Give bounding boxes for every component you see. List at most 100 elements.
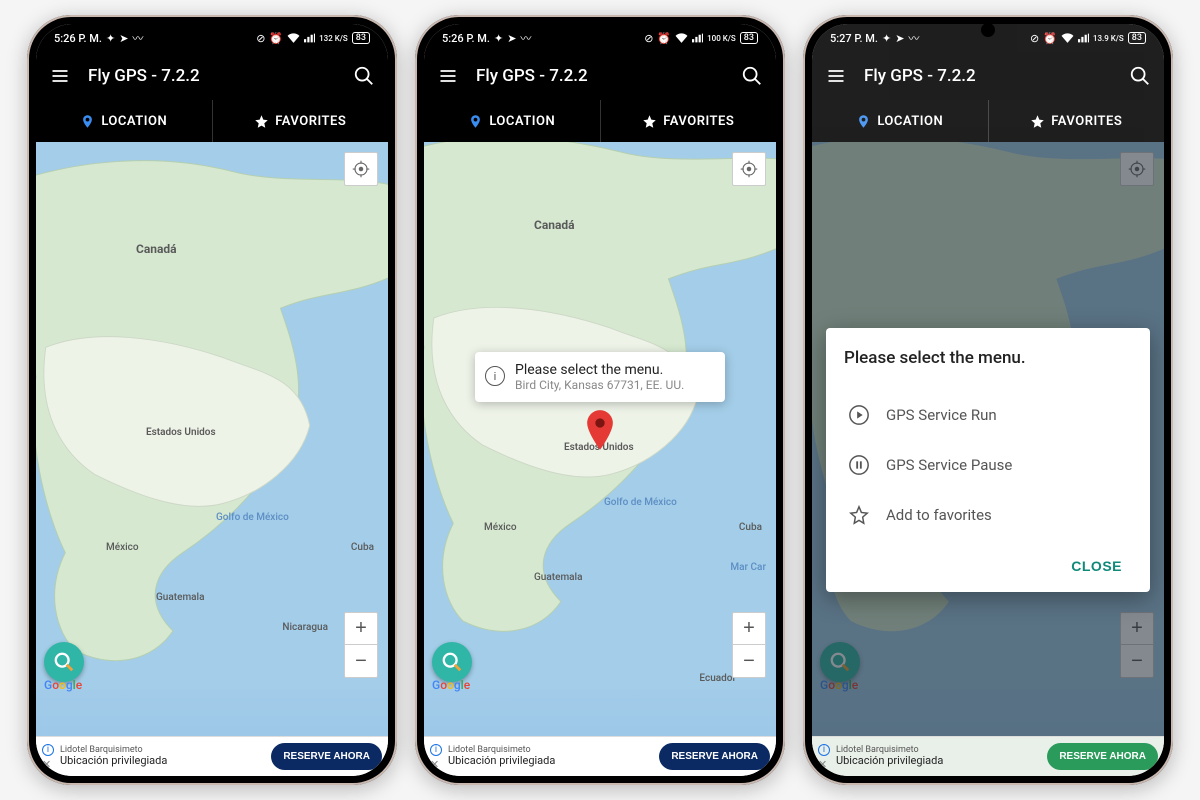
status-time: 5:27 P. M.: [830, 32, 878, 45]
google-logo: Google: [44, 678, 82, 692]
my-location-button[interactable]: [344, 152, 378, 186]
tab-bar: LOCATION FAVORITES: [424, 100, 776, 142]
dialog-close-button[interactable]: CLOSE: [1061, 550, 1132, 582]
tab-location[interactable]: LOCATION: [36, 100, 213, 142]
menu-button[interactable]: [48, 64, 72, 88]
map-view[interactable]: + − Google Please select the menu. GPS S…: [812, 142, 1164, 736]
map-label-cuba: Cuba: [351, 542, 374, 553]
tab-favorites-label: FAVORITES: [1051, 114, 1122, 129]
tab-location[interactable]: LOCATION: [424, 100, 601, 142]
map-label-mexico: México: [106, 542, 139, 553]
tab-bar: LOCATION FAVORITES: [812, 100, 1164, 142]
zoom-in-button[interactable]: +: [345, 613, 377, 645]
camera-notch: [593, 23, 607, 37]
star-icon: [848, 504, 870, 526]
notification-icon: ✦: [882, 32, 891, 45]
phone-frame-3: 5:27 P. M. ✦ ➤ 〰 ⊘ ⏰ 13.9 K/S 83 Fly GPS…: [803, 15, 1173, 785]
wifi-icon: [287, 33, 300, 43]
ad-banner[interactable]: i ✕ Lidotel Barquisimeto Ubicación privi…: [424, 736, 776, 776]
dnd-icon: ⊘: [1030, 32, 1039, 45]
map-info-window[interactable]: i Please select the menu. Bird City, Kan…: [475, 352, 725, 402]
pulse-icon: 〰: [520, 30, 531, 46]
tab-favorites[interactable]: FAVORITES: [989, 100, 1165, 142]
dialog-title: Please select the menu.: [844, 348, 1132, 368]
ad-info-icon[interactable]: i: [818, 744, 830, 756]
map-view[interactable]: Canadá Estados Unidos México Golfo de Mé…: [424, 142, 776, 736]
battery-icon: 83: [352, 32, 370, 44]
status-time: 5:26 P. M.: [442, 32, 490, 45]
signal-icon: [1078, 33, 1089, 43]
notification-icon: ✦: [494, 32, 503, 45]
zoom-controls: + −: [732, 612, 766, 678]
app-bar: Fly GPS - 7.2.2: [424, 52, 776, 100]
search-button[interactable]: [1128, 64, 1152, 88]
tab-location[interactable]: LOCATION: [812, 100, 989, 142]
info-icon: i: [485, 366, 505, 386]
map-marker[interactable]: [586, 410, 614, 454]
map-label-guatemala: Guatemala: [534, 572, 583, 583]
dialog-option-run[interactable]: GPS Service Run: [844, 390, 1132, 440]
map-label-canada: Canadá: [534, 218, 575, 232]
map-view[interactable]: Canadá Estados Unidos México Golfo de Mé…: [36, 142, 388, 736]
tab-location-label: LOCATION: [101, 114, 167, 129]
ad-line2: Ubicación privilegiada: [836, 755, 1041, 767]
app-title: Fly GPS - 7.2.2: [476, 66, 724, 86]
search-button[interactable]: [352, 64, 376, 88]
tab-favorites[interactable]: FAVORITES: [601, 100, 777, 142]
menu-dialog: Please select the menu. GPS Service Run …: [826, 328, 1150, 592]
map-label-mexico: México: [484, 522, 517, 533]
ad-banner[interactable]: i ✕ Lidotel Barquisimeto Ubicación privi…: [36, 736, 388, 776]
search-button[interactable]: [740, 64, 764, 88]
ad-cta-button[interactable]: RESERVE AHORA: [659, 743, 770, 770]
send-icon: ➤: [507, 32, 516, 45]
pulse-icon: 〰: [132, 30, 143, 46]
dialog-pause-label: GPS Service Pause: [886, 456, 1012, 474]
dnd-icon: ⊘: [644, 32, 653, 45]
phone-frame-2: 5:26 P. M. ✦ ➤ 〰 ⊘ ⏰ 100 K/S 83 Fly GPS …: [415, 15, 785, 785]
dialog-option-pause[interactable]: GPS Service Pause: [844, 440, 1132, 490]
app-bar: Fly GPS - 7.2.2: [36, 52, 388, 100]
ad-cta-button[interactable]: RESERVE AHORA: [271, 743, 382, 770]
app-title: Fly GPS - 7.2.2: [88, 66, 336, 86]
tab-favorites-label: FAVORITES: [663, 114, 734, 129]
info-window-subtitle: Bird City, Kansas 67731, EE. UU.: [515, 378, 684, 392]
notification-icon: ✦: [106, 32, 115, 45]
play-icon: [848, 404, 870, 426]
zoom-out-button[interactable]: −: [733, 645, 765, 677]
map-label-canada: Canadá: [136, 242, 177, 256]
ad-info-icon[interactable]: i: [42, 744, 54, 756]
zoom-in-button[interactable]: +: [733, 613, 765, 645]
alarm-icon: ⏰: [657, 32, 671, 45]
map-label-gulf: Golfo de México: [216, 512, 289, 523]
ad-close-icon[interactable]: ✕: [42, 758, 54, 770]
ad-close-icon[interactable]: ✕: [818, 758, 830, 770]
map-label-gulf: Golfo de México: [604, 497, 677, 508]
zoom-out-button[interactable]: −: [345, 645, 377, 677]
network-speed: 13.9 K/S: [1093, 34, 1124, 43]
tab-favorites[interactable]: FAVORITES: [213, 100, 389, 142]
my-location-button[interactable]: [732, 152, 766, 186]
search-fab[interactable]: [432, 642, 472, 682]
ad-close-icon[interactable]: ✕: [430, 758, 442, 770]
dialog-option-favorite[interactable]: Add to favorites: [844, 490, 1132, 540]
ad-banner[interactable]: i ✕ Lidotel Barquisimeto Ubicación privi…: [812, 736, 1164, 776]
search-fab[interactable]: [44, 642, 84, 682]
wifi-icon: [1061, 33, 1074, 43]
alarm-icon: ⏰: [269, 32, 283, 45]
pause-icon: [848, 454, 870, 476]
menu-button[interactable]: [824, 64, 848, 88]
send-icon: ➤: [119, 32, 128, 45]
battery-icon: 83: [740, 32, 758, 44]
app-bar: Fly GPS - 7.2.2: [812, 52, 1164, 100]
ad-text: Lidotel Barquisimeto Ubicación privilegi…: [836, 746, 1041, 768]
ad-text: Lidotel Barquisimeto Ubicación privilegi…: [448, 746, 653, 768]
map-label-ecuador: Ecuador: [699, 673, 736, 684]
menu-button[interactable]: [436, 64, 460, 88]
app-title: Fly GPS - 7.2.2: [864, 66, 1112, 86]
screen: 5:27 P. M. ✦ ➤ 〰 ⊘ ⏰ 13.9 K/S 83 Fly GPS…: [812, 24, 1164, 776]
map-label-cuba: Cuba: [739, 522, 762, 533]
phone-frame-1: 5:26 P. M. ✦ ➤ 〰 ⊘ ⏰ 132 K/S 83: [27, 15, 397, 785]
ad-info-icon[interactable]: i: [430, 744, 442, 756]
map-label-guatemala: Guatemala: [156, 592, 205, 603]
ad-cta-button[interactable]: RESERVE AHORA: [1047, 743, 1158, 770]
